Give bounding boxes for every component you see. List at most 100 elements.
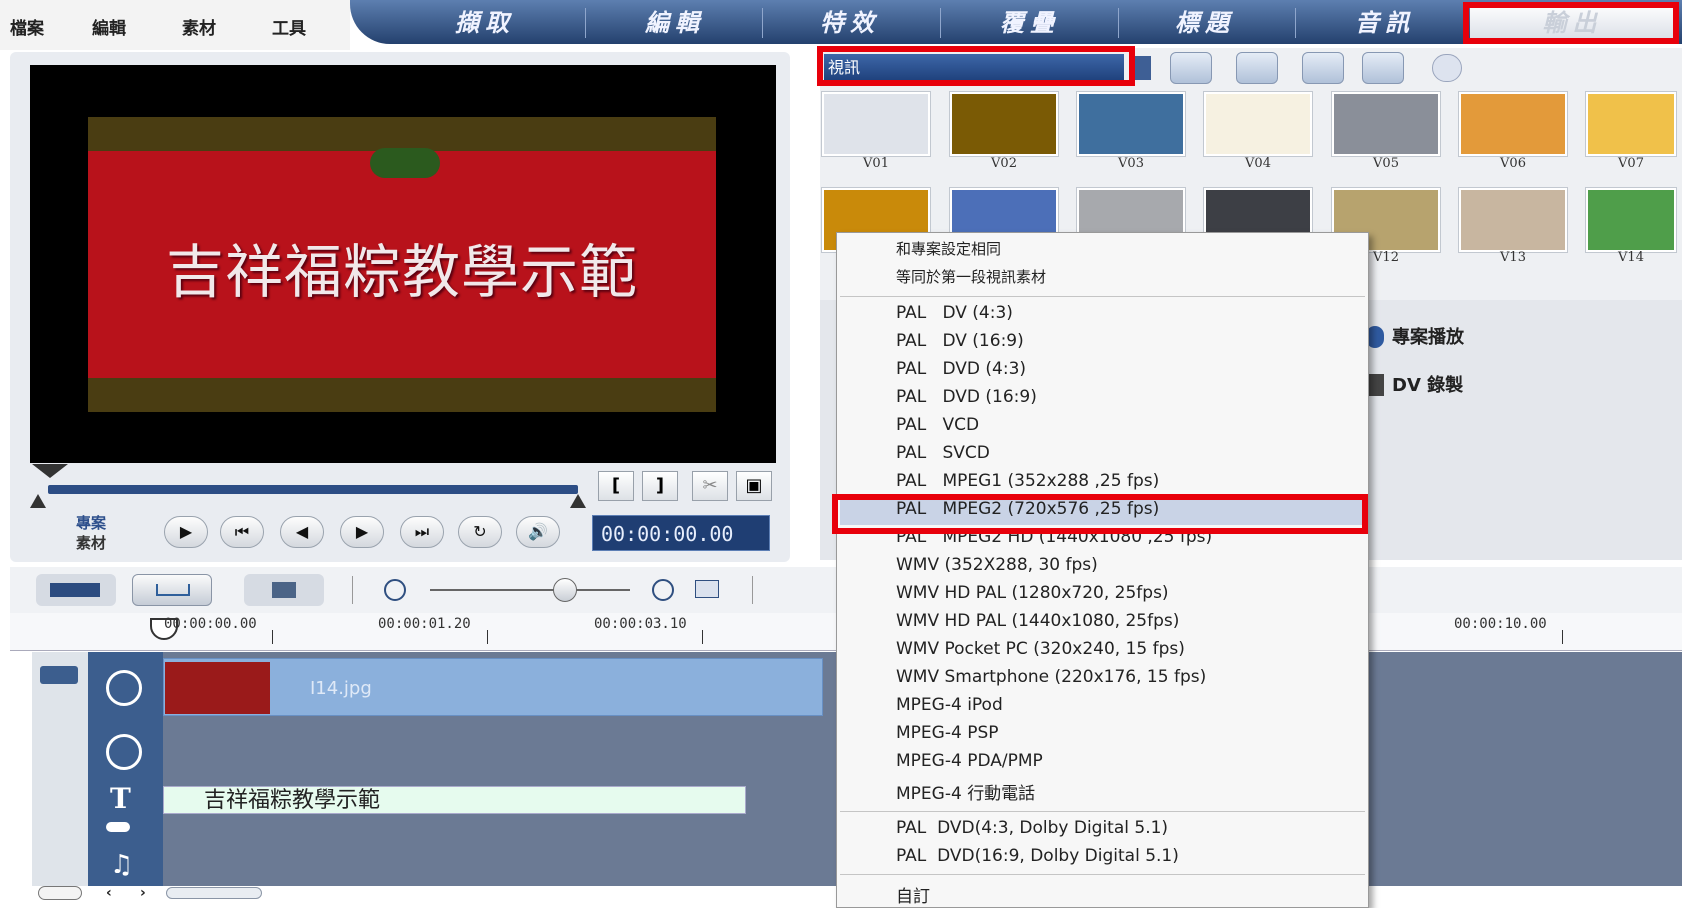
ruler-tick [702,630,703,644]
dropdown-separator [840,811,1365,812]
thumbnail-label: V07 [1618,156,1644,171]
thumbnail-label: V03 [1118,156,1144,171]
thumbnail-v05[interactable] [1332,92,1440,156]
format-option[interactable]: WMV HD PAL (1440x1080, 25fps) [896,611,1179,631]
format-option[interactable]: PAL SVCD [896,443,990,463]
import-file-icon[interactable] [1236,52,1278,84]
trim-start-marker-icon[interactable] [32,464,68,478]
scrub-start-handle-icon[interactable] [30,494,46,508]
format-option-custom[interactable]: 自訂 [896,882,930,907]
end-button[interactable]: ⏭ [400,516,444,548]
project-playback-option[interactable]: 專案播放 [1392,323,1464,349]
clip-name: I14.jpg [310,678,372,699]
tab-divider [1295,8,1296,38]
scrub-bar[interactable] [48,485,578,494]
category-dropdown-arrow-icon[interactable] [1135,56,1151,80]
fit-project-icon[interactable] [695,580,719,598]
mode-clip-label[interactable]: 素材 [76,532,106,553]
menu-clip[interactable]: 素材 [182,14,216,39]
previous-frame-button[interactable]: ◀ [280,516,324,548]
zoom-in-icon[interactable] [652,579,674,601]
format-option[interactable]: PAL MPEG1 (352x288 ,25 fps) [896,471,1159,491]
scrub-end-handle-icon[interactable] [570,494,586,508]
format-option[interactable]: PAL VCD [896,415,979,435]
format-option[interactable]: PAL DVD (16:9) [896,387,1037,407]
mark-in-button[interactable]: [ [598,471,634,501]
format-option[interactable]: WMV Pocket PC (320x240, 15 fps) [896,639,1185,659]
format-option[interactable]: MPEG-4 iPod [896,695,1003,715]
preview-title-text: 吉祥福粽教學示範 [165,238,638,306]
overlay-track-icon [106,734,142,770]
sort-icon[interactable] [1302,52,1344,84]
ruler-time-label: 00:00:00.00 [164,616,257,632]
next-frame-button[interactable]: ▶ [340,516,384,548]
expand-options-icon[interactable] [1432,54,1462,82]
thumbnail-v03[interactable] [1077,92,1185,156]
cut-icon[interactable]: ✂ [692,471,728,501]
format-option[interactable]: PAL DV (16:9) [896,331,1024,351]
format-option[interactable]: WMV (352X288, 30 fps) [896,555,1098,575]
scroll-left-icon[interactable]: ‹ [106,885,112,901]
thumbnail-v06[interactable] [1459,92,1567,156]
track-header-column [32,652,88,886]
zoom-slider-track[interactable] [430,589,630,591]
home-button[interactable]: ⏮ [220,516,264,548]
enlarge-icon[interactable]: ▣ [736,471,772,501]
ruler-tick [1562,630,1563,644]
thumbnail-v04[interactable] [1204,92,1312,156]
dv-record-option[interactable]: DV 錄製 [1392,371,1463,397]
format-option-same-as-first-clip[interactable]: 等同於第一段視訊素材 [896,266,1046,287]
mode-project-label[interactable]: 專案 [76,512,106,533]
format-option[interactable]: MPEG-4 PDA/PMP [896,751,1043,771]
thumbnail-v14[interactable] [1586,188,1676,252]
timeline-scrollbar-thumb[interactable] [166,887,262,899]
tab-overlay[interactable]: 覆疊 [955,6,1105,40]
repeat-icon[interactable]: ↻ [458,516,502,548]
title-track-icon: T [110,782,131,815]
zoom-slider-handle[interactable] [553,578,577,602]
thumbnail-v07[interactable] [1586,92,1676,156]
format-option[interactable]: MPEG-4 PSP [896,723,998,743]
scroll-right-icon[interactable]: › [140,885,146,901]
title-clip[interactable]: 吉祥福粽教學示範 [163,786,746,814]
tab-capture[interactable]: 擷取 [410,6,560,40]
ruler-time-label: 00:00:10.00 [1454,616,1547,632]
format-option[interactable]: PAL DV (4:3) [896,303,1013,323]
tab-title[interactable]: 標題 [1130,6,1280,40]
video-track-icon [106,670,142,706]
thumbnail-label: V05 [1373,156,1399,171]
clip-thumbnail [165,662,270,714]
dropdown-separator [840,874,1365,875]
track-manager-icon[interactable] [38,886,82,900]
toolbar-divider [752,576,753,604]
tab-divider [940,8,941,38]
thumbnail-v13[interactable] [1459,188,1567,252]
volume-icon[interactable]: 🔊 [516,516,560,548]
format-option-same-as-project[interactable]: 和專案設定相同 [896,238,1001,259]
tab-effects[interactable]: 特效 [775,6,925,40]
format-option[interactable]: WMV HD PAL (1280x720, 25fps) [896,583,1169,603]
format-option[interactable]: WMV Smartphone (220x176, 15 fps) [896,667,1206,687]
timeline-view-icon [156,584,190,596]
thumbnail-v02[interactable] [950,92,1058,156]
thumbnail-v01[interactable] [822,92,930,156]
thumbnail-label: V01 [863,156,889,171]
play-button[interactable]: ▶ [164,516,208,548]
tab-audio[interactable]: 音訊 [1310,6,1460,40]
import-folder-icon[interactable] [1170,52,1212,84]
mark-out-button[interactable]: ] [642,471,678,501]
timecode-display[interactable]: 00:00:00.00 [592,515,770,551]
menu-edit[interactable]: 編輯 [92,14,126,39]
format-option-dolby[interactable]: PAL DVD(4:3, Dolby Digital 5.1) [896,818,1168,838]
all-tracks-icon[interactable] [40,666,78,684]
library-manager-icon[interactable] [1362,52,1404,84]
menu-file[interactable]: 檔案 [10,14,44,39]
tab-edit[interactable]: 編輯 [600,6,750,40]
menu-tools[interactable]: 工具 [272,14,306,39]
ruler-time-label: 00:00:01.20 [378,616,471,632]
format-option[interactable]: MPEG-4 行動電話 [896,779,1035,804]
voice-track-icon [106,822,130,832]
format-option[interactable]: PAL DVD (4:3) [896,359,1026,379]
zoom-out-icon[interactable] [384,579,406,601]
format-option-dolby[interactable]: PAL DVD(16:9, Dolby Digital 5.1) [896,846,1179,866]
